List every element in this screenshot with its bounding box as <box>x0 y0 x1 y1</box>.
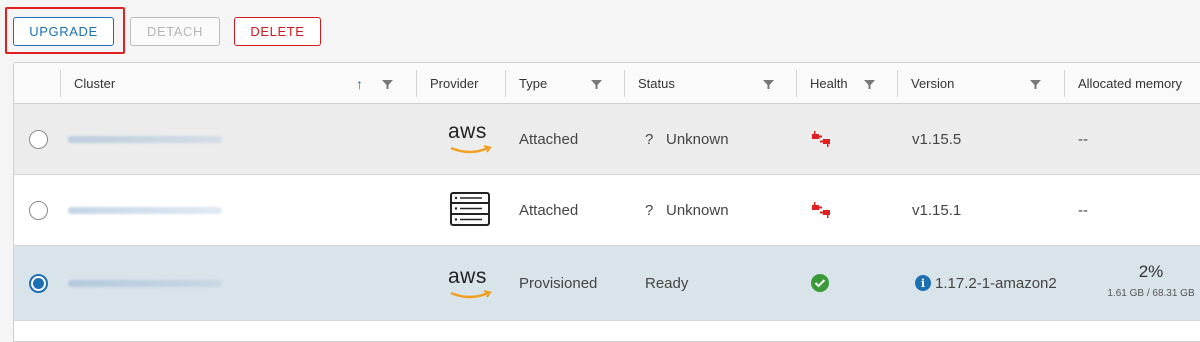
status-unknown-icon: ? <box>645 202 654 219</box>
cluster-name-redacted <box>68 280 222 287</box>
disconnected-icon <box>812 202 830 218</box>
memory-percent: 2% <box>1138 262 1164 281</box>
column-header-type[interactable]: Type <box>505 63 624 104</box>
type-cell: Provisioned <box>519 275 598 292</box>
filter-icon[interactable] <box>1030 80 1041 89</box>
provider-label: aws <box>448 265 487 288</box>
status-cell: Unknown <box>666 202 729 219</box>
column-header-health[interactable]: Health <box>796 63 897 104</box>
toolbar: UPGRADE DETACH DELETE <box>0 0 1200 60</box>
row-select-radio[interactable] <box>29 274 48 293</box>
column-header-label: Version <box>911 76 955 91</box>
version-cell: 1.17.2-1-amazon2 <box>935 275 1057 292</box>
filter-icon[interactable] <box>382 80 393 89</box>
memory-detail: 1.61 GB / 68.31 GB <box>1107 288 1195 299</box>
row-select-radio[interactable] <box>29 201 48 220</box>
column-header-label: Provider <box>430 76 479 91</box>
check-icon <box>811 274 829 292</box>
status-cell: Ready <box>645 275 689 292</box>
status-unknown-icon: ? <box>645 131 654 148</box>
filter-icon[interactable] <box>864 80 875 89</box>
sort-ascending-icon[interactable]: ↑ <box>356 76 363 92</box>
type-cell: Attached <box>519 131 579 148</box>
disconnected-icon <box>812 131 830 147</box>
column-header-label: Type <box>519 76 548 91</box>
cluster-name-redacted <box>68 207 222 214</box>
table-row-selected[interactable]: aws Provisioned Ready i 1.17.2-1-amazon2… <box>14 246 1200 321</box>
clusters-table: Cluster ↑ Provider Type Status Health Ve… <box>13 62 1200 342</box>
type-cell: Attached <box>519 202 579 219</box>
memory-cell: -- <box>1078 131 1088 148</box>
column-header-provider[interactable]: Provider <box>416 63 505 104</box>
column-header-label: Status <box>638 76 675 91</box>
aws-logo-icon: aws <box>448 120 494 159</box>
status-cell: Unknown <box>666 131 729 148</box>
provider-label: aws <box>448 120 487 143</box>
aws-logo-icon: aws <box>448 265 494 304</box>
info-icon[interactable]: i <box>915 275 931 291</box>
column-header-label: Allocated memory <box>1078 76 1183 91</box>
column-header-allocated-memory[interactable]: Allocated memory <box>1064 63 1200 104</box>
table-row[interactable]: aws Attached ? Unknown v1.15.5 -- <box>14 104 1200 175</box>
detach-button[interactable]: DETACH <box>130 17 220 46</box>
filter-icon[interactable] <box>763 80 774 89</box>
version-cell: v1.15.5 <box>912 131 962 148</box>
table-row[interactable]: Attached ? Unknown v1.15.1 -- <box>14 175 1200 246</box>
version-cell: v1.15.1 <box>912 202 962 219</box>
cluster-name-redacted <box>68 136 222 143</box>
row-select-radio[interactable] <box>29 130 48 149</box>
upgrade-button[interactable]: UPGRADE <box>13 17 114 46</box>
memory-cell: -- <box>1078 202 1088 219</box>
server-icon <box>450 192 490 226</box>
table-row <box>14 321 1200 341</box>
column-header-label: Health <box>810 76 848 91</box>
column-header-label: Cluster <box>74 76 116 91</box>
table-header: Cluster ↑ Provider Type Status Health Ve… <box>14 63 1200 104</box>
filter-icon[interactable] <box>591 80 602 89</box>
delete-button[interactable]: DELETE <box>234 17 321 46</box>
